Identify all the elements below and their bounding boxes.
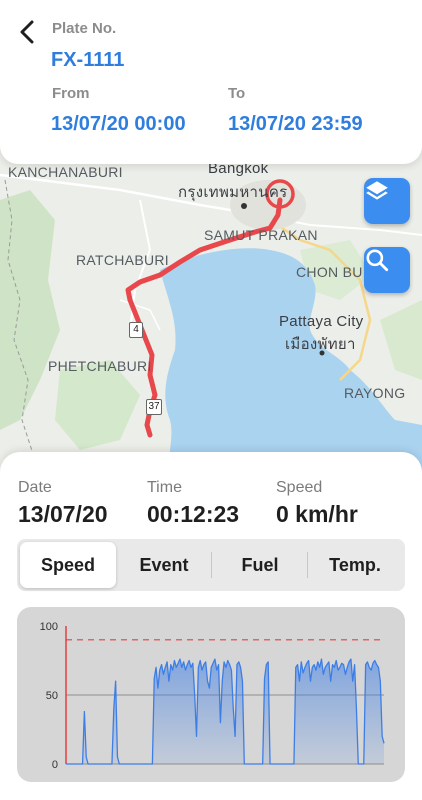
speed-value: 0 km/hr — [276, 501, 358, 527]
map-label-samut-prakan: SAMUT PRAKAN — [204, 227, 318, 243]
map-label-phetchaburi: PHETCHABURI — [48, 358, 152, 374]
map-label-bangkok-thai: กรุงเทพมหานคร — [178, 184, 288, 201]
map-label-kanchanaburi: KANCHANABURI — [8, 164, 123, 180]
chevron-left-icon — [20, 20, 34, 44]
map-label-rayong: RAYONG — [344, 385, 406, 401]
back-button[interactable] — [14, 18, 40, 46]
tab-event[interactable]: Event — [116, 542, 212, 588]
search-icon — [366, 249, 389, 272]
plate-value: FX-1111 — [51, 49, 125, 71]
time-label: Time — [147, 479, 182, 496]
route-shield-4: 4 — [129, 322, 143, 338]
map-label-chon-buri: CHON BU — [296, 264, 363, 280]
layers-icon — [366, 181, 388, 200]
time-value: 00:12:23 — [147, 501, 240, 527]
y-tick-label: 100 — [40, 621, 58, 633]
to-value[interactable]: 13/07/20 23:59 — [228, 113, 363, 136]
map-layers-button[interactable] — [364, 178, 410, 224]
speed-label: Speed — [276, 479, 323, 496]
map-search-button[interactable] — [364, 247, 410, 293]
date-label: Date — [18, 479, 52, 496]
map-label-pattaya: Pattaya City — [279, 313, 364, 330]
route-shield-37: 37 — [146, 399, 162, 415]
chart-tab-bar: Speed Event Fuel Temp. — [17, 539, 405, 591]
map-label-pattaya-thai: เมืองพัทยา — [285, 336, 356, 353]
speed-chart[interactable]: 100 50 0 — [17, 607, 405, 782]
map-label-ratchaburi: RATCHABURI — [76, 252, 169, 268]
y-tick-label: 0 — [52, 759, 58, 771]
speed-chart-svg: 100 50 0 — [40, 621, 385, 771]
from-label: From — [52, 85, 90, 102]
to-label: To — [228, 85, 246, 102]
tab-fuel[interactable]: Fuel — [212, 542, 308, 588]
from-value[interactable]: 13/07/20 00:00 — [51, 113, 186, 136]
date-value: 13/07/20 — [18, 501, 108, 527]
trip-header-card: Plate No. FX-1111 From 13/07/20 00:00 To… — [0, 0, 422, 164]
plate-label: Plate No. — [52, 20, 117, 37]
y-tick-label: 50 — [46, 690, 58, 702]
tab-speed[interactable]: Speed — [20, 542, 116, 588]
trip-detail-sheet: Date 13/07/20 Time 00:12:23 Speed 0 km/h… — [0, 452, 422, 800]
tab-temp[interactable]: Temp. — [308, 542, 402, 588]
